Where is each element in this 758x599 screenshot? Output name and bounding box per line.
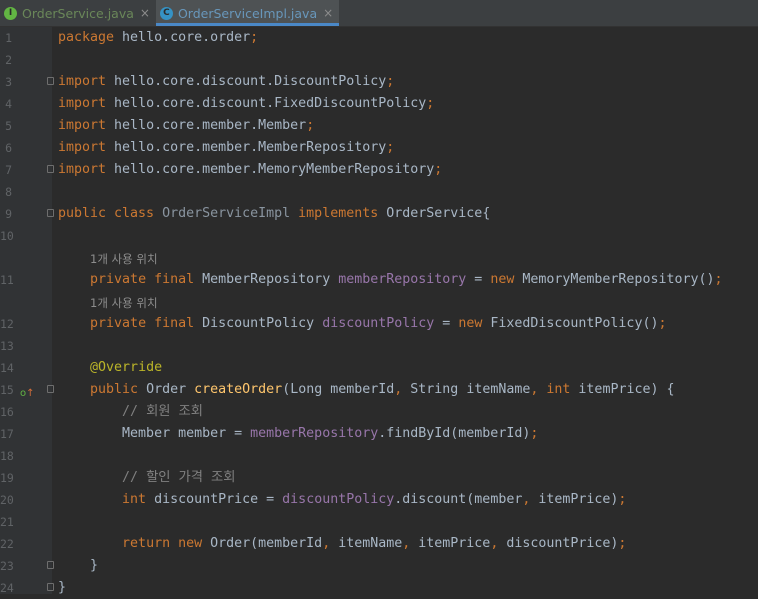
line-number[interactable]: 15 <box>0 379 14 401</box>
code-line[interactable]: 10 <box>0 225 758 247</box>
code-line[interactable]: 2 <box>0 49 758 71</box>
fold-icon[interactable] <box>47 209 54 217</box>
code-line[interactable]: 1 package hello.core.order; <box>0 27 758 49</box>
code-text: import hello.core.member.MemberRepositor… <box>58 140 395 155</box>
tab-label: OrderService.java <box>22 5 134 21</box>
line-number[interactable]: 7 <box>0 159 12 181</box>
code-line[interactable]: 23 } <box>0 555 758 577</box>
line-number[interactable]: 18 <box>0 445 14 467</box>
code-line[interactable]: 21 <box>0 511 758 533</box>
code-line[interactable]: 5 import hello.core.member.Member; <box>0 115 758 137</box>
line-number[interactable]: 21 <box>0 511 14 533</box>
code-line[interactable]: 16 // 회원 조회 <box>0 401 758 423</box>
line-number[interactable]: 8 <box>0 181 12 203</box>
code-text: import hello.core.member.Member; <box>58 118 315 133</box>
fold-icon[interactable] <box>47 77 54 85</box>
code-text: public Order createOrder(Long memberId, … <box>90 382 675 397</box>
tab-orderserviceimpl[interactable]: C OrderServiceImpl.java × <box>155 0 340 26</box>
line-number[interactable]: 22 <box>0 533 14 555</box>
code-text: return new Order(memberId, itemName, ite… <box>122 536 627 551</box>
line-number[interactable]: 6 <box>0 137 12 159</box>
code-text: package hello.core.order; <box>58 30 259 45</box>
fold-icon[interactable] <box>47 583 54 591</box>
line-number[interactable]: 20 <box>0 489 14 511</box>
code-line[interactable]: 11 private final MemberRepository member… <box>0 269 758 291</box>
close-icon[interactable]: × <box>323 6 333 20</box>
line-number[interactable]: 12 <box>0 313 14 335</box>
code-line[interactable]: 13 <box>0 335 758 357</box>
line-number[interactable]: 1 <box>0 27 12 49</box>
usage-hint[interactable]: 1개 사용 위치 <box>90 248 158 270</box>
code-line[interactable]: 8 <box>0 181 758 203</box>
line-number[interactable]: 2 <box>0 49 12 71</box>
fold-icon[interactable] <box>47 165 54 173</box>
line-number[interactable]: 16 <box>0 401 14 423</box>
code-text: // 회원 조회 <box>122 404 204 419</box>
code-line[interactable]: 22 return new Order(memberId, itemName, … <box>0 533 758 555</box>
code-text: } <box>58 580 67 595</box>
code-text: Member member = memberRepository.findByI… <box>58 426 539 441</box>
code-line[interactable]: 12 private final DiscountPolicy discount… <box>0 313 758 335</box>
class-icon: C <box>159 6 173 20</box>
line-number[interactable]: 10 <box>0 225 14 247</box>
line-number[interactable]: 5 <box>0 115 12 137</box>
code-line[interactable]: 14 @Override <box>0 357 758 379</box>
code-line[interactable]: 15 o↑ public Order createOrder(Long membe… <box>0 379 758 401</box>
code-text: public class OrderServiceImpl implements… <box>58 206 491 221</box>
code-text: int discountPrice = discountPolicy.disco… <box>122 492 627 507</box>
code-text: @Override <box>90 360 163 375</box>
code-text: import hello.core.discount.FixedDiscount… <box>58 96 435 111</box>
code-text: import hello.core.discount.DiscountPolic… <box>58 74 395 89</box>
line-number[interactable]: 23 <box>0 555 14 577</box>
line-number[interactable]: 14 <box>0 357 14 379</box>
code-line[interactable]: 19 // 할인 가격 조회 <box>0 467 758 489</box>
fold-icon[interactable] <box>47 385 54 393</box>
code-line[interactable]: 20 int discountPrice = discountPolicy.di… <box>0 489 758 511</box>
code-text: } <box>58 558 99 573</box>
code-text: private final DiscountPolicy discountPol… <box>90 316 667 331</box>
line-number[interactable]: 13 <box>0 335 14 357</box>
code-line[interactable]: 9 public class OrderServiceImpl implement… <box>0 203 758 225</box>
interface-icon: I <box>4 6 17 20</box>
code-line[interactable]: 4 import hello.core.discount.FixedDiscoun… <box>0 93 758 115</box>
code-line[interactable]: 17 Member member = memberRepository.find… <box>0 423 758 445</box>
code-text: import hello.core.member.MemoryMemberRep… <box>58 162 443 177</box>
code-text: // 할인 가격 조회 <box>122 470 236 485</box>
line-number[interactable]: 17 <box>0 423 14 445</box>
code-text: private final MemberRepository memberRep… <box>90 272 723 287</box>
line-number[interactable]: 9 <box>0 203 12 225</box>
code-line[interactable]: 18 <box>0 445 758 467</box>
line-number[interactable]: 11 <box>0 269 14 291</box>
line-number[interactable]: 4 <box>0 93 12 115</box>
code-line[interactable]: 7 import hello.core.member.MemoryMemberRe… <box>0 159 758 181</box>
tab-orderservice[interactable]: I OrderService.java × <box>0 0 156 26</box>
usage-hint[interactable]: 1개 사용 위치 <box>90 292 158 314</box>
close-icon[interactable]: × <box>140 6 150 20</box>
line-number[interactable]: 24 <box>0 577 14 599</box>
code-editor[interactable]: 1 package hello.core.order; 2 3 import hello… <box>0 27 758 595</box>
editor-tab-bar: I OrderService.java × C OrderServiceImpl… <box>0 0 758 27</box>
code-line[interactable]: 3 import hello.core.discount.DiscountPoli… <box>0 71 758 93</box>
line-number[interactable]: 19 <box>0 467 14 489</box>
code-line[interactable]: 6 import hello.core.member.MemberReposito… <box>0 137 758 159</box>
code-line[interactable]: 24} <box>0 577 758 599</box>
tab-label: OrderServiceImpl.java <box>177 5 318 21</box>
line-number[interactable]: 3 <box>0 71 12 93</box>
fold-icon[interactable] <box>47 561 54 569</box>
